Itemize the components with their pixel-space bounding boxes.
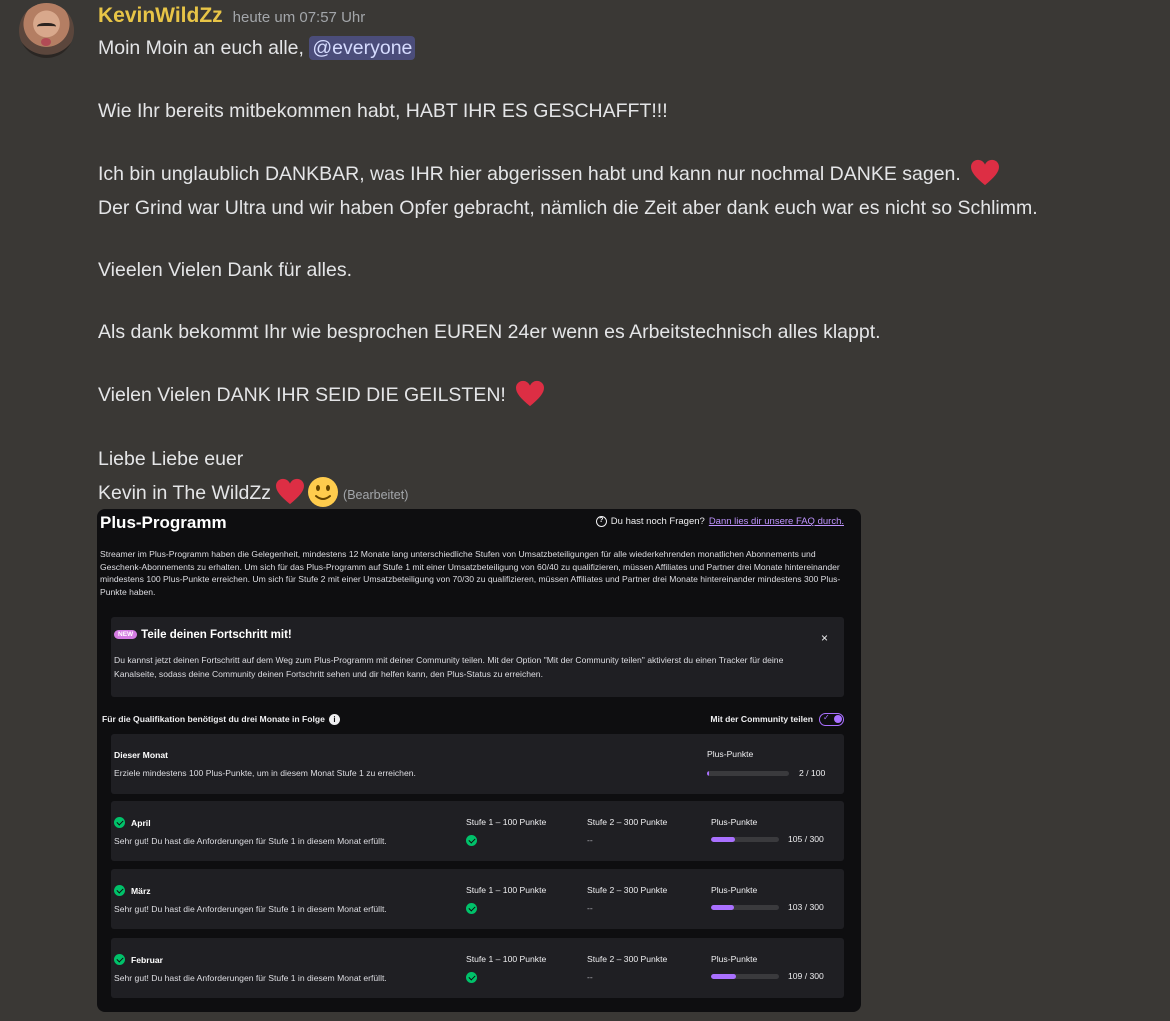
points-label: Plus-Punkte	[711, 817, 758, 827]
current-month-label: Dieser Monat	[114, 750, 168, 760]
current-month-text: Erziele mindestens 100 Plus-Punkte, um i…	[114, 768, 416, 778]
progress-fill	[711, 974, 736, 979]
check-circle-icon	[114, 817, 125, 828]
timestamp: heute um 07:57 Uhr	[232, 9, 366, 26]
question-icon: ?	[595, 516, 607, 527]
heart-emoji-icon	[516, 380, 545, 407]
month-text: Sehr gut! Du hast die Anforderungen für …	[114, 904, 387, 914]
month-name: April	[131, 818, 151, 828]
tier2-label: Stufe 2 – 300 Punkte	[587, 954, 668, 964]
message-text: Ich bin unglaublich DANKBAR, was IHR hie…	[98, 163, 961, 186]
tier2-value: --	[587, 903, 593, 913]
intro-text: Streamer im Plus-Programm haben die Gele…	[100, 549, 841, 597]
close-icon[interactable]: ×	[821, 631, 828, 645]
message-line: Moin Moin an euch alle, @everyone	[98, 35, 416, 61]
tier2-label: Stufe 2 – 300 Punkte	[587, 885, 668, 895]
share-toggle-row: Mit der Community teilen ✓	[710, 712, 844, 726]
month-text: Sehr gut! Du hast die Anforderungen für …	[114, 973, 387, 983]
message-line: Ich bin unglaublich DANKBAR, was IHR hie…	[98, 159, 1000, 189]
share-title-text: Teile deinen Fortschritt mit!	[141, 629, 292, 641]
check-circle-icon	[114, 954, 125, 965]
check-circle-icon	[114, 885, 125, 896]
message-text: Vielen Vielen DANK IHR SEID DIE GEILSTEN…	[98, 384, 506, 407]
avatar[interactable]	[19, 3, 74, 58]
progress-fill	[711, 837, 735, 842]
points-value: 105 / 300	[788, 834, 824, 844]
month-name: Februar	[131, 955, 163, 965]
faq-hint: ? Du hast noch Fragen? Dann lies dir uns…	[595, 516, 844, 527]
month-row: April Sehr gut! Du hast die Anforderunge…	[111, 801, 844, 861]
username[interactable]: KevinWildZz	[98, 4, 223, 28]
smiley-emoji-icon	[308, 477, 339, 507]
faq-question: Du hast noch Fragen?	[610, 516, 705, 527]
points-label: Plus-Punkte	[711, 885, 758, 895]
tier1-label: Stufe 1 – 100 Punkte	[466, 954, 547, 964]
month-text: Sehr gut! Du hast die Anforderungen für …	[114, 836, 387, 846]
share-toggle[interactable]: ✓	[819, 712, 844, 726]
check-circle-icon	[466, 972, 477, 983]
points-label: Plus-Punkte	[707, 749, 754, 759]
embedded-screenshot[interactable]: Plus-Programm ? Du hast noch Fragen? Dan…	[97, 509, 861, 1012]
share-toggle-label: Mit der Community teilen	[710, 713, 813, 724]
check-icon: ✓	[823, 712, 830, 722]
share-text: Du kannst jetzt deinen Fortschritt auf d…	[114, 655, 784, 679]
check-circle-icon	[466, 903, 477, 914]
progress-bar	[707, 771, 789, 776]
tier2-value: --	[587, 835, 593, 845]
tier1-label: Stufe 1 – 100 Punkte	[466, 817, 547, 827]
message-line: Der Grind war Ultra und wir haben Opfer …	[98, 197, 1038, 219]
message-line: Vielen Vielen DANK IHR SEID DIE GEILSTEN…	[98, 380, 545, 410]
month-row: März Sehr gut! Du hast die Anforderungen…	[111, 869, 844, 929]
current-month-panel: Dieser Monat Erziele mindestens 100 Plus…	[111, 734, 844, 794]
tier1-label: Stufe 1 – 100 Punkte	[466, 885, 547, 895]
progress-bar	[711, 837, 779, 842]
new-badge: NEW	[114, 630, 138, 640]
progress-bar	[711, 905, 779, 910]
share-progress-panel: NEW Teile deinen Fortschritt mit! × Du ka…	[111, 617, 844, 697]
mention-everyone[interactable]: @everyone	[309, 36, 416, 60]
message-text: Kevin in The WildZz	[98, 482, 272, 505]
points-value: 109 / 300	[788, 971, 824, 981]
faq-link[interactable]: Dann lies dir unsere FAQ durch.	[709, 516, 844, 527]
message-header: KevinWildZz heute um 07:57 Uhr	[98, 4, 365, 32]
heart-emoji-icon	[971, 159, 1000, 186]
tier2-label: Stufe 2 – 300 Punkte	[587, 817, 668, 827]
page-title: Plus-Programm	[100, 513, 227, 532]
progress-bar	[711, 974, 779, 979]
points-value: 103 / 300	[788, 902, 824, 912]
share-title: NEW Teile deinen Fortschritt mit!	[114, 629, 292, 641]
qualification-label: Für die Qualifikation benötigst du drei …	[102, 713, 340, 725]
tier2-value: --	[587, 972, 593, 982]
message-line: Liebe Liebe euer	[98, 448, 244, 470]
check-circle-icon	[466, 835, 477, 846]
message-line: Kevin in The WildZz (Bearbeitet)	[98, 477, 409, 510]
progress-fill	[711, 905, 735, 910]
info-icon[interactable]: i	[328, 713, 340, 725]
edited-label: (Bearbeitet)	[343, 488, 409, 503]
month-row: Februar Sehr gut! Du hast die Anforderun…	[111, 938, 844, 998]
points-value: 2 / 100	[799, 768, 826, 778]
message-line: Wie Ihr bereits mitbekommen habt, HABT I…	[98, 100, 668, 122]
points-label: Plus-Punkte	[711, 954, 758, 964]
message-line: Vieelen Vielen Dank für alles.	[98, 259, 353, 281]
heart-emoji-icon	[276, 478, 305, 505]
message-line: Als dank bekommt Ihr wie besprochen EURE…	[98, 321, 881, 343]
progress-fill	[707, 771, 709, 776]
greeting-text: Moin Moin an euch alle,	[98, 37, 310, 59]
month-name: März	[131, 886, 151, 896]
qualification-row: Für die Qualifikation benötigst du drei …	[102, 711, 844, 727]
